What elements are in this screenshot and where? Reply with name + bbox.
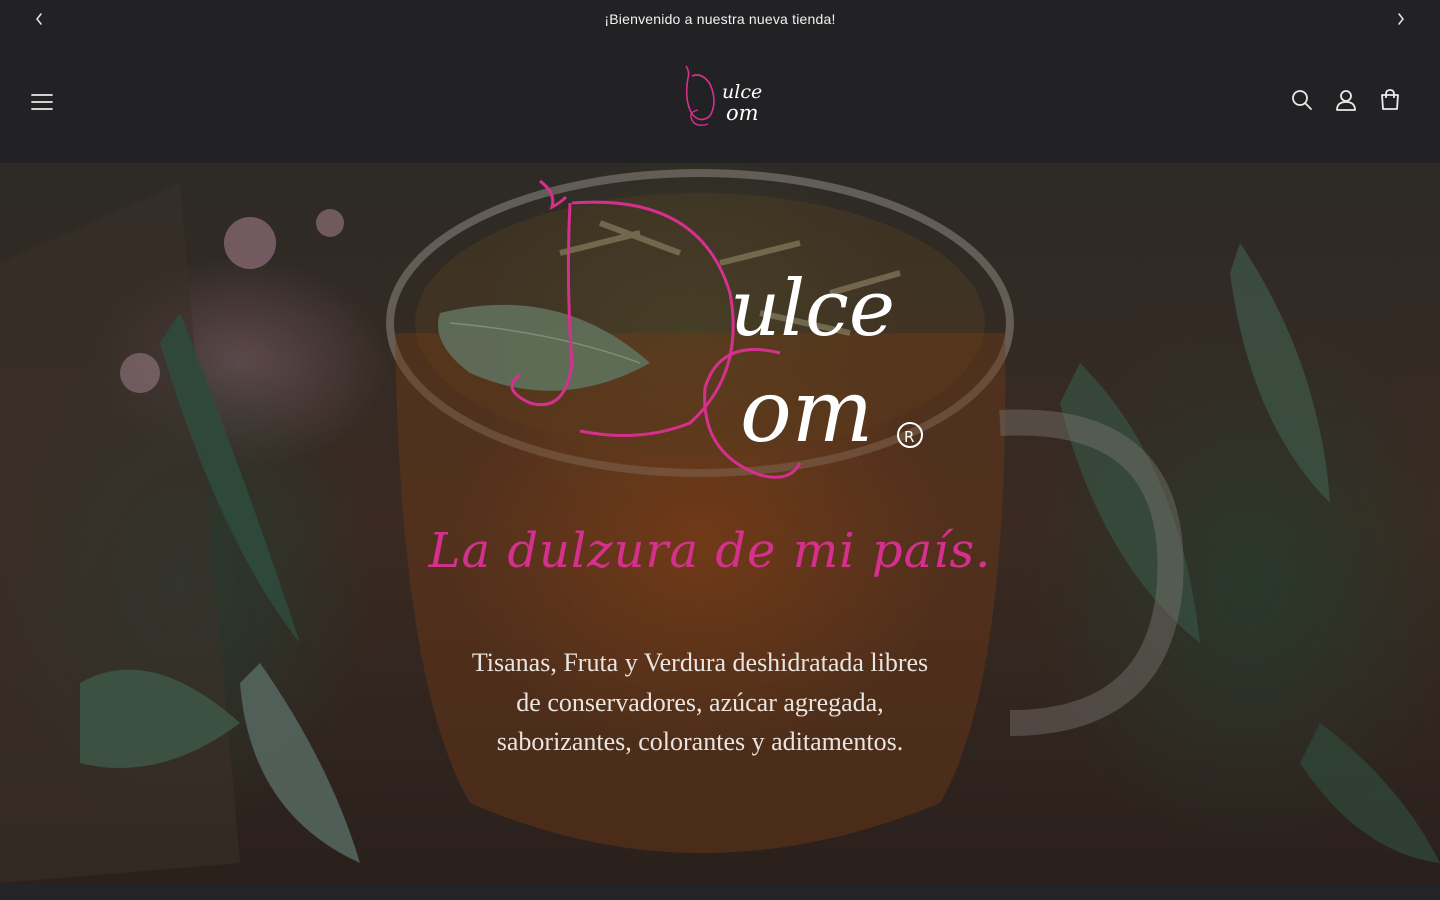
search-icon [1292, 90, 1312, 110]
search-button[interactable] [1282, 80, 1322, 120]
chevron-right-icon [1398, 13, 1404, 25]
hamburger-menu-icon [31, 94, 53, 110]
cart-button[interactable] [1370, 80, 1410, 120]
chevron-left-icon [36, 13, 42, 25]
site-header: ulce om [0, 38, 1440, 163]
logo-text-top: ulce [722, 81, 762, 103]
announcement-text: ¡Bienvenido a nuestra nueva tienda! [604, 11, 836, 27]
account-icon [1336, 90, 1356, 111]
page-bottom-strip [0, 883, 1440, 900]
registered-mark: R [904, 428, 914, 446]
menu-button[interactable] [22, 82, 62, 122]
site-logo[interactable]: ulce om [670, 58, 770, 138]
announcement-bar: ¡Bienvenido a nuestra nueva tienda! [0, 0, 1440, 38]
announcement-next-button[interactable] [1386, 4, 1416, 34]
announcement-prev-button[interactable] [24, 4, 54, 34]
hero-logo-text-top: ulce [730, 264, 895, 354]
account-button[interactable] [1326, 80, 1366, 120]
logo-text-bottom: om [726, 101, 759, 125]
cart-icon [1381, 89, 1399, 110]
logo-mark: ulce om [685, 65, 762, 127]
hero-description: Tisanas, Fruta y Verdura deshidratada li… [471, 648, 929, 756]
hero-banner: ulce om R La dulzura de mi país. Tisanas… [0, 163, 1440, 883]
hero-logo-text-bottom: om [740, 362, 873, 462]
hero-tagline: La dulzura de mi país. [428, 523, 992, 579]
